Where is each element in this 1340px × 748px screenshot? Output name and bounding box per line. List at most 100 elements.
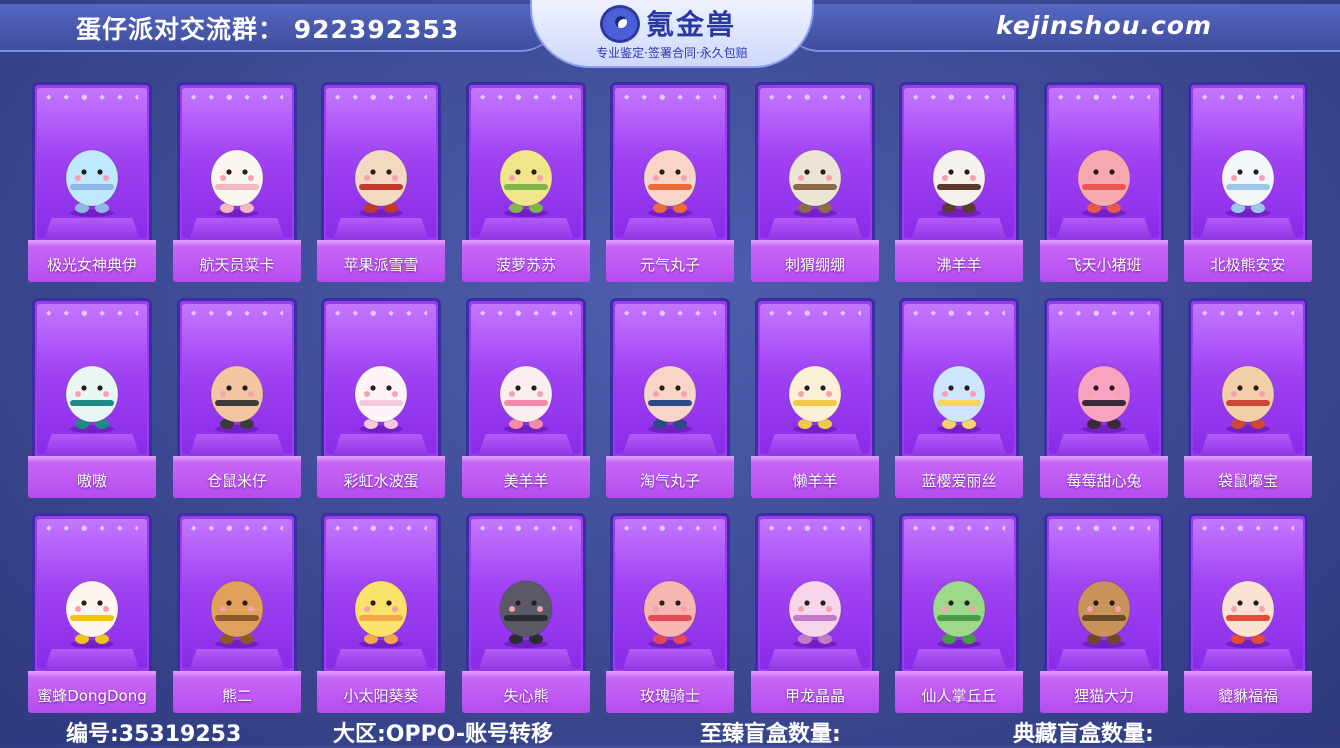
- card-suit-pattern: ◆ ◆ ● ◆ ◆ ◆ ◆ ◆ ◆: [913, 93, 1005, 101]
- card-pedestal: [767, 649, 863, 671]
- card-suit-pattern: ◆ ◆ ● ◆ ◆ ◆ ◆ ◆ ◆: [191, 309, 283, 317]
- card-pedestal: [622, 434, 718, 456]
- card-pedestal: [767, 434, 863, 456]
- character-figure-icon: [1077, 149, 1131, 217]
- character-name: 蓝樱爱丽丝: [921, 472, 997, 490]
- character-card[interactable]: ◆ ◆ ● ◆ ◆ ◆ ◆ ◆ ◆ 甲龙晶晶: [751, 513, 879, 713]
- character-figure-icon: [1077, 580, 1131, 648]
- character-card[interactable]: ◆ ◆ ● ◆ ◆ ◆ ◆ ◆ ◆ 嗷嗷: [28, 298, 156, 498]
- character-name: 莓莓甜心兔: [1066, 472, 1142, 490]
- character-card[interactable]: ◆ ◆ ● ◆ ◆ ◆ ◆ ◆ ◆ 沸羊羊: [895, 82, 1023, 282]
- character-card[interactable]: ◆ ◆ ● ◆ ◆ ◆ ◆ ◆ ◆ 北极熊安安: [1184, 82, 1312, 282]
- group-chat-label: 蛋仔派对交流群：: [76, 15, 285, 44]
- card-suit-pattern: ◆ ◆ ● ◆ ◆ ◆ ◆ ◆ ◆: [769, 524, 861, 532]
- character-figure-icon: [932, 580, 986, 648]
- character-card[interactable]: ◆ ◆ ● ◆ ◆ ◆ ◆ ◆ ◆ 刺猬绷绷: [751, 82, 879, 282]
- card-suit-pattern: ◆ ◆ ● ◆ ◆ ◆ ◆ ◆ ◆: [480, 524, 572, 532]
- character-card[interactable]: ◆ ◆ ● ◆ ◆ ◆ ◆ ◆ ◆ 小太阳葵葵: [317, 513, 445, 713]
- card-suit-pattern: ◆ ◆ ● ◆ ◆ ◆ ◆ ◆ ◆: [191, 524, 283, 532]
- card-suit-pattern: ◆ ◆ ● ◆ ◆ ◆ ◆ ◆ ◆: [1058, 524, 1150, 532]
- card-suit-pattern: ◆ ◆ ● ◆ ◆ ◆ ◆ ◆ ◆: [46, 524, 138, 532]
- character-figure-icon: [1221, 580, 1275, 648]
- character-name: 淘气丸子: [639, 472, 700, 490]
- card-suit-pattern: ◆ ◆ ● ◆ ◆ ◆ ◆ ◆ ◆: [624, 309, 716, 317]
- card-suit-pattern: ◆ ◆ ● ◆ ◆ ◆ ◆ ◆ ◆: [1202, 524, 1294, 532]
- character-card[interactable]: ◆ ◆ ● ◆ ◆ ◆ ◆ ◆ ◆ 苹果派雪雪: [317, 82, 445, 282]
- character-name: 元气丸子: [639, 256, 700, 274]
- character-name: 航天员菜卡: [199, 256, 275, 274]
- character-card[interactable]: ◆ ◆ ● ◆ ◆ ◆ ◆ ◆ ◆ 狸猫大力: [1040, 513, 1168, 713]
- brand-name: 氪金兽: [646, 8, 737, 41]
- site-url[interactable]: kejinshou.com: [996, 11, 1212, 40]
- character-figure-icon: [788, 365, 842, 433]
- card-suit-pattern: ◆ ◆ ● ◆ ◆ ◆ ◆ ◆ ◆: [624, 524, 716, 532]
- character-figure-icon: [354, 149, 408, 217]
- character-card[interactable]: ◆ ◆ ● ◆ ◆ ◆ ◆ ◆ ◆ 美羊羊: [462, 298, 590, 498]
- character-name: 貔貅福福: [1217, 687, 1278, 705]
- character-card[interactable]: ◆ ◆ ● ◆ ◆ ◆ ◆ ◆ ◆ 淘气丸子: [606, 298, 734, 498]
- character-card[interactable]: ◆ ◆ ● ◆ ◆ ◆ ◆ ◆ ◆ 蓝樱爱丽丝: [895, 298, 1023, 498]
- card-pedestal: [333, 649, 429, 671]
- character-figure-icon: [210, 580, 264, 648]
- character-card[interactable]: ◆ ◆ ● ◆ ◆ ◆ ◆ ◆ ◆ 极光女神典伊: [28, 82, 156, 282]
- character-figure-icon: [65, 365, 119, 433]
- group-chat-text: 蛋仔派对交流群： 922392353: [76, 10, 459, 46]
- card-pedestal: [189, 649, 285, 671]
- character-card[interactable]: ◆ ◆ ● ◆ ◆ ◆ ◆ ◆ ◆ 航天员菜卡: [173, 82, 301, 282]
- character-name: 彩虹水波蛋: [343, 472, 419, 490]
- card-suit-pattern: ◆ ◆ ● ◆ ◆ ◆ ◆ ◆ ◆: [769, 309, 861, 317]
- character-card[interactable]: ◆ ◆ ● ◆ ◆ ◆ ◆ ◆ ◆ 袋鼠嘟宝: [1184, 298, 1312, 498]
- card-pedestal: [767, 218, 863, 240]
- character-name: 失心熊: [503, 687, 549, 705]
- character-figure-icon: [65, 149, 119, 217]
- character-figure-icon: [788, 580, 842, 648]
- character-card[interactable]: ◆ ◆ ● ◆ ◆ ◆ ◆ ◆ ◆ 懒羊羊: [751, 298, 879, 498]
- header-banner: 蛋仔派对交流群： 922392353 氪金兽 专业鉴定·签署合同·永久包赔 ke…: [0, 0, 1340, 68]
- character-card[interactable]: ◆ ◆ ● ◆ ◆ ◆ ◆ ◆ ◆ 貔貅福福: [1184, 513, 1312, 713]
- character-card[interactable]: ◆ ◆ ● ◆ ◆ ◆ ◆ ◆ ◆ 失心熊: [462, 513, 590, 713]
- character-card[interactable]: ◆ ◆ ● ◆ ◆ ◆ ◆ ◆ ◆ 蜜蜂DongDong: [28, 513, 156, 713]
- card-pedestal: [1200, 434, 1296, 456]
- character-card[interactable]: ◆ ◆ ● ◆ ◆ ◆ ◆ ◆ ◆ 菠萝苏苏: [462, 82, 590, 282]
- character-figure-icon: [1221, 149, 1275, 217]
- character-figure-icon: [643, 365, 697, 433]
- character-figure-icon: [643, 149, 697, 217]
- character-name: 嗷嗷: [76, 472, 107, 490]
- character-figure-icon: [499, 365, 553, 433]
- card-pedestal: [1200, 649, 1296, 671]
- card-suit-pattern: ◆ ◆ ● ◆ ◆ ◆ ◆ ◆ ◆: [1202, 309, 1294, 317]
- character-name: 极光女神典伊: [46, 256, 137, 274]
- character-name: 袋鼠嘟宝: [1217, 472, 1278, 490]
- character-figure-icon: [354, 365, 408, 433]
- card-suit-pattern: ◆ ◆ ● ◆ ◆ ◆ ◆ ◆ ◆: [335, 309, 427, 317]
- card-pedestal: [478, 434, 574, 456]
- card-suit-pattern: ◆ ◆ ● ◆ ◆ ◆ ◆ ◆ ◆: [1058, 93, 1150, 101]
- account-id: 编号:35319253: [66, 722, 242, 747]
- monster-eye-icon: [600, 5, 640, 43]
- character-card[interactable]: ◆ ◆ ● ◆ ◆ ◆ ◆ ◆ ◆ 仙人掌丘丘: [895, 513, 1023, 713]
- character-name: 小太阳葵葵: [343, 687, 419, 705]
- character-figure-icon: [499, 580, 553, 648]
- character-card[interactable]: ◆ ◆ ● ◆ ◆ ◆ ◆ ◆ ◆ 仓鼠米仔: [173, 298, 301, 498]
- character-name: 仙人掌丘丘: [921, 687, 997, 705]
- card-pedestal: [478, 649, 574, 671]
- card-suit-pattern: ◆ ◆ ● ◆ ◆ ◆ ◆ ◆ ◆: [1058, 309, 1150, 317]
- card-pedestal: [478, 218, 574, 240]
- character-figure-icon: [210, 149, 264, 217]
- card-suit-pattern: ◆ ◆ ● ◆ ◆ ◆ ◆ ◆ ◆: [46, 309, 138, 317]
- brand-logo[interactable]: 氪金兽 专业鉴定·签署合同·永久包赔: [530, 0, 814, 68]
- character-card[interactable]: ◆ ◆ ● ◆ ◆ ◆ ◆ ◆ ◆ 玫瑰骑士: [606, 513, 734, 713]
- character-card[interactable]: ◆ ◆ ● ◆ ◆ ◆ ◆ ◆ ◆ 飞天小猪班: [1040, 82, 1168, 282]
- character-card[interactable]: ◆ ◆ ● ◆ ◆ ◆ ◆ ◆ ◆ 彩虹水波蛋: [317, 298, 445, 498]
- card-pedestal: [911, 649, 1007, 671]
- card-pedestal: [44, 218, 140, 240]
- character-figure-icon: [1221, 365, 1275, 433]
- card-suit-pattern: ◆ ◆ ● ◆ ◆ ◆ ◆ ◆ ◆: [913, 524, 1005, 532]
- card-pedestal: [1056, 649, 1152, 671]
- card-pedestal: [1200, 218, 1296, 240]
- card-suit-pattern: ◆ ◆ ● ◆ ◆ ◆ ◆ ◆ ◆: [480, 93, 572, 101]
- character-name: 仓鼠米仔: [206, 472, 267, 490]
- character-card[interactable]: ◆ ◆ ● ◆ ◆ ◆ ◆ ◆ ◆ 熊二: [173, 513, 301, 713]
- character-card[interactable]: ◆ ◆ ● ◆ ◆ ◆ ◆ ◆ ◆ 元气丸子: [606, 82, 734, 282]
- character-card[interactable]: ◆ ◆ ● ◆ ◆ ◆ ◆ ◆ ◆ 莓莓甜心兔: [1040, 298, 1168, 498]
